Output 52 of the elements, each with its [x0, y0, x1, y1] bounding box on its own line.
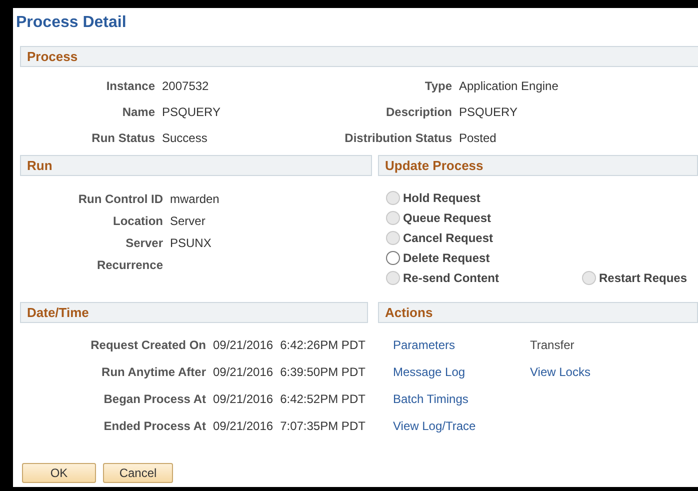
section-header: Run: [20, 155, 372, 176]
page-title: Process Detail: [15, 13, 128, 33]
radio-label: Cancel Request: [403, 230, 494, 247]
field-value: Posted: [459, 130, 498, 147]
radio-label: Re-send Content: [403, 270, 499, 287]
field-label: Request Created On: [90, 337, 206, 354]
time-value: 6:39:50PM PDT: [280, 364, 366, 381]
action-link[interactable]: Parameters: [393, 336, 456, 354]
time-value: 7:07:35PM PDT: [280, 418, 366, 435]
field-value: 2007532: [162, 78, 210, 95]
radio-label: Delete Request: [403, 250, 490, 267]
field-label: Server: [124, 235, 163, 252]
field-value: Server: [170, 213, 206, 230]
field-label: Run Control ID: [77, 191, 163, 208]
field-label: Location: [112, 213, 163, 230]
time-value: 6:42:26PM PDT: [280, 337, 366, 354]
date-value: 09/21/2016: [213, 391, 274, 408]
cancel-button[interactable]: Cancel: [103, 463, 173, 483]
date-value: 09/21/2016: [213, 418, 274, 435]
radio-label: Queue Request: [403, 210, 492, 227]
radio-label: Hold Request: [403, 190, 480, 207]
section-header: Process: [20, 46, 698, 67]
field-value: PSQUERY: [162, 104, 222, 121]
action-link[interactable]: Message Log: [393, 363, 466, 381]
field-value: PSUNX: [170, 235, 212, 252]
section-header: Actions: [378, 302, 698, 323]
date-value: 09/21/2016: [213, 337, 274, 354]
field-label: Run Anytime After: [100, 364, 206, 381]
radio-button[interactable]: [386, 251, 400, 265]
action-link[interactable]: View Log/Trace: [393, 417, 476, 435]
time-value: 6:42:52PM PDT: [280, 391, 366, 408]
radio-label: Restart Reques: [599, 270, 688, 287]
field-label: Type: [424, 78, 452, 95]
field-label: Instance: [105, 78, 155, 95]
field-label: Recurrence: [96, 257, 163, 274]
date-value: 09/21/2016: [213, 364, 274, 381]
action-text: Transfer: [530, 337, 574, 354]
field-value: Application Engine: [459, 78, 558, 95]
field-label: Run Status: [90, 130, 155, 147]
field-value: PSQUERY: [459, 104, 518, 121]
field-label: Began Process At: [102, 391, 206, 408]
ok-button[interactable]: OK: [22, 463, 96, 483]
field-label: Description: [384, 104, 452, 121]
field-value: mwarden: [170, 191, 220, 208]
field-label: Ended Process At: [102, 418, 206, 435]
section-header: Date/Time: [20, 302, 368, 323]
action-link[interactable]: Batch Timings: [393, 390, 468, 408]
field-value: Success: [162, 130, 208, 147]
field-label: Distribution Status: [344, 130, 452, 147]
field-label: Name: [121, 104, 155, 121]
section-header: Update Process: [378, 155, 698, 176]
action-link[interactable]: View Locks: [530, 363, 590, 381]
